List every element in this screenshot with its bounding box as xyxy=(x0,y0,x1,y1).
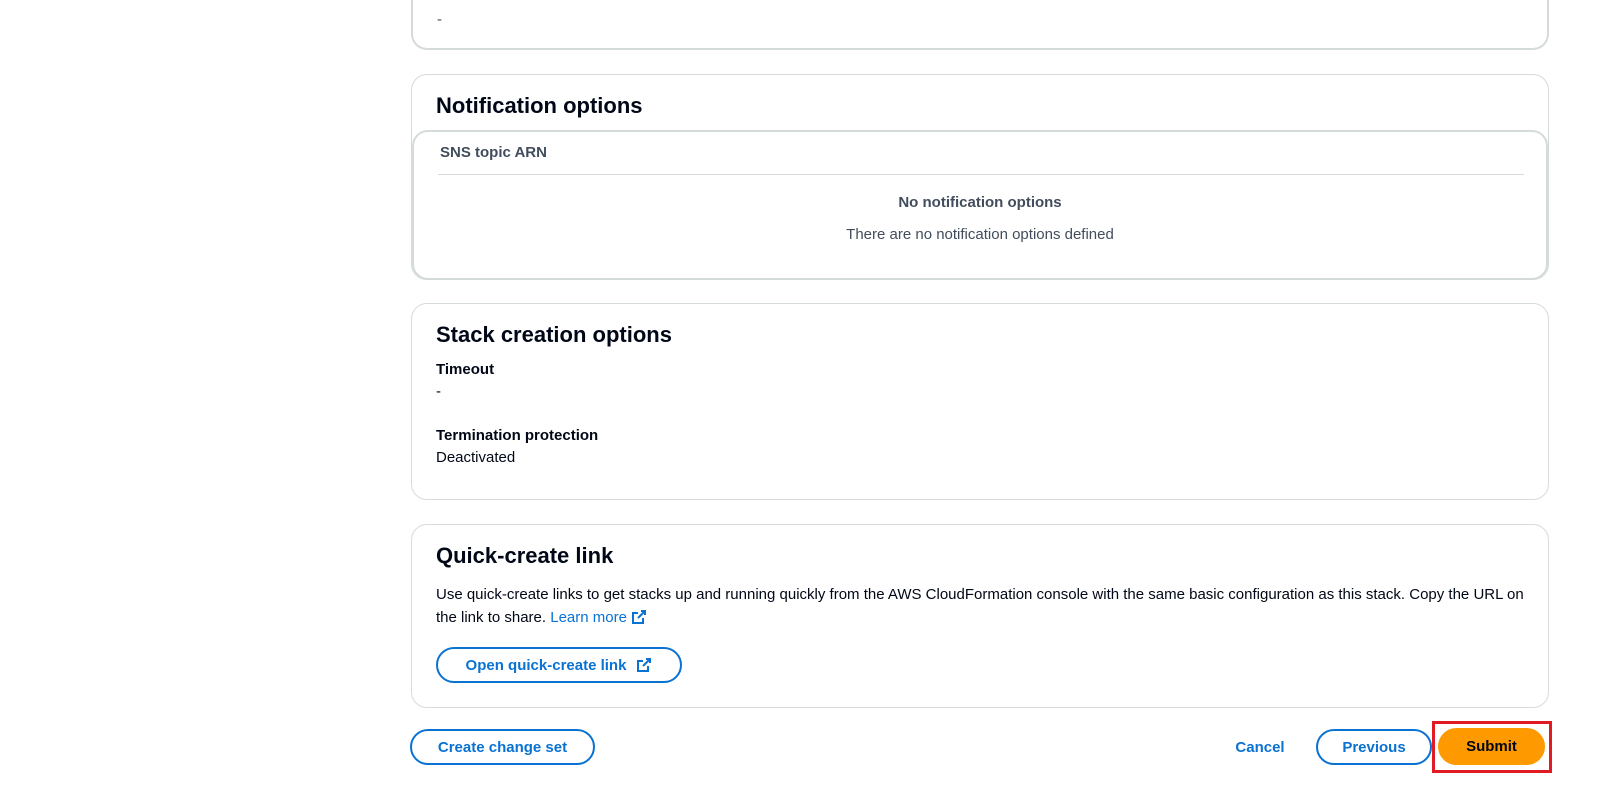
notification-options-table: SNS topic ARN No notification options Th… xyxy=(412,130,1548,280)
empty-state-title: No notification options xyxy=(898,194,1062,211)
notification-options-panel: Notification options SNS topic ARN No no… xyxy=(411,74,1549,280)
previous-button[interactable]: Previous xyxy=(1316,729,1432,765)
learn-more-link[interactable]: Learn more xyxy=(550,609,647,626)
empty-state-description: There are no notification options define… xyxy=(846,226,1114,243)
previous-section-value: - xyxy=(437,11,442,28)
previous-section-panel: - xyxy=(411,0,1549,50)
learn-more-label: Learn more xyxy=(550,609,627,626)
stack-creation-options-title: Stack creation options xyxy=(436,322,672,347)
notification-options-title: Notification options xyxy=(436,93,643,118)
submit-button[interactable]: Submit xyxy=(1438,728,1545,765)
open-quick-create-link-button[interactable]: Open quick-create link xyxy=(436,647,682,683)
external-link-icon xyxy=(637,658,652,672)
external-link-icon xyxy=(631,610,646,624)
timeout-value: - xyxy=(436,383,441,400)
quick-create-description: Use quick-create links to get stacks up … xyxy=(436,583,1526,629)
open-quick-create-link-label: Open quick-create link xyxy=(465,656,627,674)
sns-topic-arn-column-header: SNS topic ARN xyxy=(440,144,547,161)
cancel-button[interactable]: Cancel xyxy=(1215,729,1305,765)
termination-protection-value: Deactivated xyxy=(436,449,516,466)
quick-create-link-title: Quick-create link xyxy=(436,543,614,568)
quick-create-link-panel: Quick-create link Use quick-create links… xyxy=(411,524,1549,708)
termination-protection-label: Termination protection xyxy=(436,427,599,444)
timeout-label: Timeout xyxy=(436,361,495,378)
create-change-set-button[interactable]: Create change set xyxy=(410,729,595,765)
stack-creation-options-panel: Stack creation options Timeout - Termina… xyxy=(411,303,1549,500)
table-header-divider xyxy=(438,174,1524,175)
